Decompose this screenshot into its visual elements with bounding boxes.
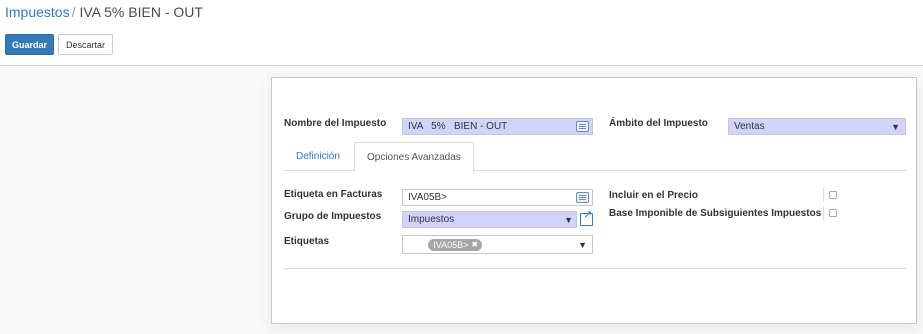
tax-group-value: Impuestos xyxy=(408,214,455,225)
subsequent-base-checkbox[interactable] xyxy=(829,209,837,217)
invoice-label-input[interactable]: IVA05B> xyxy=(402,189,593,206)
tab-opciones-avanzadas[interactable]: Opciones Avanzadas xyxy=(354,142,474,172)
remove-tag-icon[interactable]: ✖ xyxy=(471,240,478,249)
tag-badge: IVA05B> ✖ xyxy=(428,238,483,251)
tax-scope-label: Ámbito del Impuesto xyxy=(609,118,708,129)
translate-icon[interactable] xyxy=(576,121,589,132)
tag-label: IVA05B> xyxy=(433,239,469,250)
discard-button[interactable]: Descartar xyxy=(58,34,113,55)
include-price-checkbox[interactable] xyxy=(829,191,837,199)
section-divider xyxy=(284,268,906,269)
tax-name-label: Nombre del Impuesto xyxy=(284,118,387,129)
invoice-label-value: IVA05B> xyxy=(408,192,448,203)
tax-scope-value: Ventas xyxy=(734,121,765,132)
notebook-tabs: Definición Opciones Avanzadas xyxy=(284,142,906,172)
breadcrumb: Impuestos / IVA 5% BIEN - OUT xyxy=(5,4,203,20)
tags-input[interactable]: IVA05B> ✖ ▼ xyxy=(402,235,593,254)
breadcrumb-separator: / xyxy=(71,4,76,20)
invoice-label-label: Etiqueta en Facturas xyxy=(284,189,383,200)
include-price-label: Incluir en el Precio xyxy=(609,190,698,201)
tax-name-value: IVA 5% BIEN - OUT xyxy=(408,121,508,132)
caret-down-icon: ▼ xyxy=(564,214,573,225)
external-link-icon[interactable] xyxy=(580,208,593,226)
breadcrumb-current: IVA 5% BIEN - OUT xyxy=(79,4,203,20)
save-button[interactable]: Guardar xyxy=(5,34,54,55)
tax-group-select[interactable]: Impuestos ▼ xyxy=(402,211,577,228)
tags-label: Etiquetas xyxy=(284,236,330,247)
breadcrumb-parent-link[interactable]: Impuestos xyxy=(5,4,70,20)
translate-icon[interactable] xyxy=(576,192,589,203)
tab-definicion[interactable]: Definición xyxy=(284,142,352,171)
tax-name-input[interactable]: IVA 5% BIEN - OUT xyxy=(402,118,593,135)
column-separator xyxy=(823,206,824,220)
form-view-area: Nombre del Impuesto IVA 5% BIEN - OUT Ám… xyxy=(0,66,923,334)
caret-down-icon: ▼ xyxy=(578,239,587,250)
control-panel: Impuestos / IVA 5% BIEN - OUT Guardar Desc… xyxy=(0,0,923,66)
subsequent-base-label: Base Imponible de Subsiguientes Impuesto… xyxy=(609,208,822,219)
caret-down-icon: ▼ xyxy=(891,121,900,132)
tax-group-label: Grupo de Impuestos xyxy=(284,211,382,222)
column-separator xyxy=(823,188,824,202)
tax-scope-select[interactable]: Ventas ▼ xyxy=(728,118,906,135)
form-sheet: Nombre del Impuesto IVA 5% BIEN - OUT Ám… xyxy=(271,77,917,324)
